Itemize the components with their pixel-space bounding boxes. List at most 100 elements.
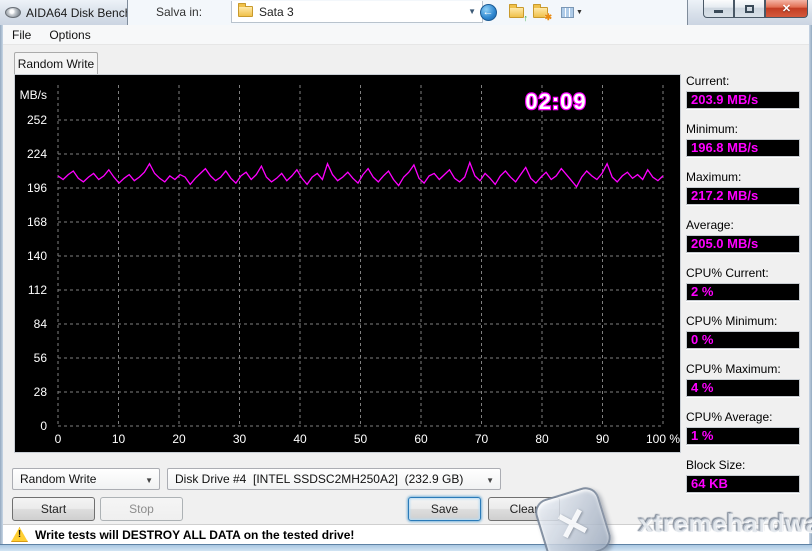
clear-button[interactable]: Clear [488, 497, 560, 521]
svg-text:90: 90 [596, 432, 610, 446]
titlebar-fragment-left: AIDA64 Disk Bench [0, 0, 127, 25]
new-folder-star-icon: ✱ [544, 12, 552, 22]
maximize-icon [745, 4, 754, 13]
stat-value: 2 % [686, 283, 800, 301]
stat-label: Block Size: [686, 458, 746, 472]
stat-value: 64 KB [686, 475, 800, 493]
caption-button-group: ✕ [703, 0, 808, 18]
up-folder-button[interactable]: ↑ [506, 2, 529, 23]
stat-cpu-average: CPU% Average: 1 % [686, 410, 800, 445]
window-title: AIDA64 Disk Bench [26, 5, 127, 20]
stat-value: 196.8 MB/s [686, 139, 800, 157]
disk-icon [5, 7, 21, 18]
back-icon: ← [479, 3, 497, 21]
svg-text:112: 112 [28, 283, 47, 297]
svg-text:84: 84 [34, 317, 48, 331]
svg-text:140: 140 [27, 249, 47, 263]
svg-text:0: 0 [55, 432, 62, 446]
view-caret-icon: ▼ [576, 8, 583, 16]
menubar: File Options [3, 25, 809, 45]
stat-label: Maximum: [686, 170, 742, 184]
tab-random-write[interactable]: Random Write [14, 52, 98, 74]
folder-icon [238, 3, 253, 17]
chart-svg: 0 10 20 30 40 50 60 70 80 90 100 % 252 224 196 168 140 1… [20, 85, 680, 446]
svg-text:10: 10 [112, 432, 126, 446]
svg-text:50: 50 [354, 432, 368, 446]
svg-text:168: 168 [27, 215, 47, 229]
svg-text:252: 252 [27, 113, 47, 127]
svg-text:MB/s: MB/s [20, 88, 47, 102]
stat-current: Current: 203.9 MB/s [686, 74, 800, 109]
up-folder-icon [508, 3, 524, 18]
stats-panel: Current: 203.9 MB/s Minimum: 196.8 MB/s … [686, 74, 800, 506]
svg-text:60: 60 [414, 432, 428, 446]
warning-text: Write tests will DESTROY ALL DATA on the… [35, 527, 355, 542]
start-button[interactable]: Start [12, 497, 95, 521]
stat-label: CPU% Maximum: [686, 362, 781, 376]
svg-text:28: 28 [34, 385, 48, 399]
stat-block-size: Block Size: 64 KB [686, 458, 800, 493]
svg-text:0: 0 [40, 419, 47, 433]
maximize-button[interactable] [734, 0, 765, 18]
window-bottom-edge [0, 544, 812, 551]
svg-text:02:09: 02:09 [525, 89, 586, 114]
close-icon: ✕ [781, 3, 792, 15]
svg-text:100 %: 100 % [646, 432, 680, 446]
titlebar-fragment-right: ✕ [688, 0, 812, 25]
stop-button: Stop [100, 497, 183, 521]
stat-label: CPU% Average: [686, 410, 773, 424]
chevron-down-icon[interactable]: ▼ [468, 7, 476, 16]
save-location-select[interactable]: Sata 3 ▼ [231, 1, 483, 23]
close-button[interactable]: ✕ [765, 0, 808, 18]
svg-text:224: 224 [27, 147, 47, 161]
drive-select[interactable]: Disk Drive #4 [INTEL SSDSC2MH250A2] (232… [167, 468, 501, 490]
stat-value: 0 % [686, 331, 800, 349]
stat-cpu-maximum: CPU% Maximum: 4 % [686, 362, 800, 397]
view-menu-button[interactable]: ▼ [558, 2, 586, 22]
view-grid-icon [561, 6, 575, 18]
test-type-value: Random Write [20, 472, 97, 486]
up-arrow-icon: ↑ [523, 13, 529, 23]
svg-text:196: 196 [27, 181, 47, 195]
minimize-button[interactable] [703, 0, 734, 18]
stat-label: Minimum: [686, 122, 739, 136]
stat-label: Current: [686, 74, 730, 88]
save-dialog-strip: Salva in: Sata 3 ▼ ← ↑ ✱ ▼ [127, 0, 688, 25]
svg-text:80: 80 [535, 432, 549, 446]
svg-text:70: 70 [475, 432, 489, 446]
app-window: AIDA64 Disk Bench Salva in: Sata 3 ▼ ← ↑… [0, 0, 812, 551]
minimize-icon [714, 10, 723, 13]
benchmark-chart: 0 10 20 30 40 50 60 70 80 90 100 % 252 224 196 168 140 1… [14, 74, 681, 453]
svg-text:40: 40 [293, 432, 307, 446]
stat-label: CPU% Minimum: [686, 314, 778, 328]
warning-icon: ! [11, 527, 28, 542]
svg-text:56: 56 [34, 351, 48, 365]
stat-maximum: Maximum: 217.2 MB/s [686, 170, 800, 205]
drive-select-value: Disk Drive #4 [INTEL SSDSC2MH250A2] (232… [175, 472, 464, 486]
back-button[interactable]: ← [478, 2, 498, 22]
stat-value: 4 % [686, 379, 800, 397]
stat-cpu-current: CPU% Current: 2 % [686, 266, 800, 301]
chevron-down-icon: ▼ [486, 476, 494, 485]
stat-average: Average: 205.0 MB/s [686, 218, 800, 253]
menu-item-options[interactable]: Options [40, 25, 99, 44]
window-border-left [0, 25, 3, 544]
stat-label: Average: [686, 218, 734, 232]
chevron-down-icon: ▼ [145, 476, 153, 485]
warning-bar: ! Write tests will DESTROY ALL DATA on t… [3, 524, 809, 544]
new-folder-button[interactable]: ✱ [530, 2, 552, 22]
stat-value: 205.0 MB/s [686, 235, 800, 253]
stat-minimum: Minimum: 196.8 MB/s [686, 122, 800, 157]
save-location-value: Sata 3 [259, 4, 294, 19]
stat-value: 217.2 MB/s [686, 187, 800, 205]
menu-item-file[interactable]: File [3, 25, 40, 44]
save-button[interactable]: Save [408, 497, 481, 521]
test-type-select[interactable]: Random Write ▼ [12, 468, 160, 490]
stat-cpu-minimum: CPU% Minimum: 0 % [686, 314, 800, 349]
svg-text:30: 30 [233, 432, 247, 446]
svg-text:20: 20 [172, 432, 186, 446]
stat-value: 1 % [686, 427, 800, 445]
stat-value: 203.9 MB/s [686, 91, 800, 109]
stat-label: CPU% Current: [686, 266, 769, 280]
save-dialog-label: Salva in: [156, 5, 203, 19]
